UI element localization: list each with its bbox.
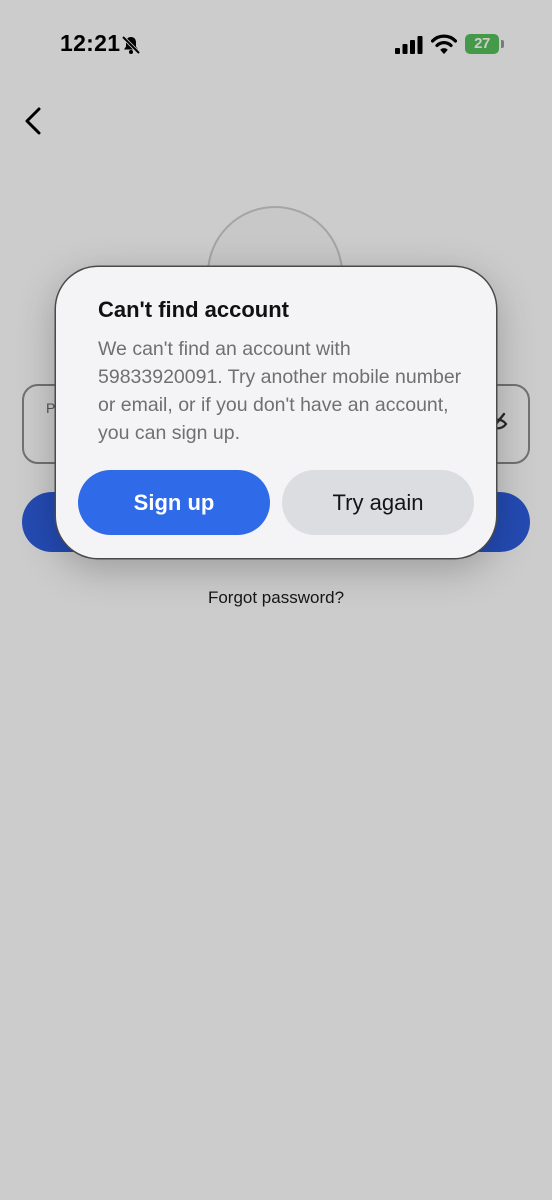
login-screen: 12:21 27 P Forgot password? Can't find a… [0,0,552,1200]
sign-up-button[interactable]: Sign up [78,470,270,535]
dialog-message: We can't find an account with 5983392009… [98,338,462,444]
dialog-title: Can't find account [98,297,290,322]
try-again-button[interactable]: Try again [282,470,474,535]
dim-overlay [0,0,552,1200]
alert-dialog: Can't find account We can't find an acco… [56,267,496,558]
